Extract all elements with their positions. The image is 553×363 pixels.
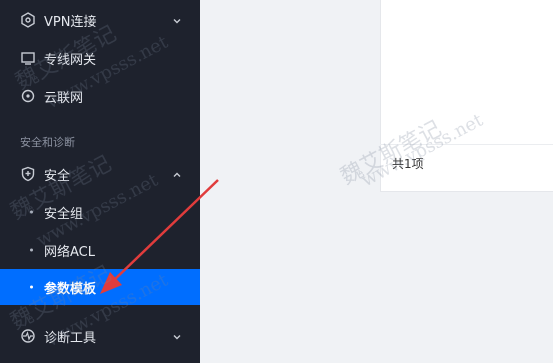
sidebar-subitem-security-group[interactable]: 安全组 [0, 194, 200, 230]
sidebar-subitem-label: 参数模板 [44, 281, 97, 297]
sidebar-item-vpn[interactable]: VPN连接 [0, 2, 200, 38]
cloud-network-icon [20, 88, 36, 104]
section-title: 安全和诊断 [20, 136, 75, 149]
chevron-down-icon [172, 15, 182, 25]
bullet-dot [30, 248, 33, 252]
sidebar-subitem-parameter-template[interactable]: 参数模板 [0, 269, 200, 305]
bullet-dot [30, 285, 33, 289]
sidebar-item-dedicated-gateway[interactable]: 专线网关 [0, 40, 200, 76]
sidebar-item-label: 专线网关 [44, 52, 97, 68]
vpn-icon [20, 12, 36, 28]
chevron-up-icon [172, 169, 182, 179]
table-footer-divider [380, 144, 553, 145]
sidebar-item-security[interactable]: 安全 [0, 156, 200, 192]
dedicated-line-icon [20, 50, 36, 66]
sidebar-item-label: 诊断工具 [44, 330, 97, 346]
bullet-dot [30, 210, 33, 214]
shield-icon [20, 166, 36, 182]
sidebar-item-label: VPN连接 [44, 14, 97, 30]
sidebar: VPN连接 专线网关 云联网 安全和诊断 安全 安全组 网络ACL 参数模板 诊… [0, 0, 200, 363]
sidebar-subitem-network-acl[interactable]: 网络ACL [0, 232, 200, 268]
sidebar-item-diagnosis-tools[interactable]: 诊断工具 [0, 318, 200, 354]
sidebar-item-label: 云联网 [44, 90, 84, 106]
chevron-down-icon [172, 331, 182, 341]
total-count: 共1项 [392, 157, 424, 171]
sidebar-subitem-label: 网络ACL [44, 244, 95, 260]
sidebar-item-cloud-network[interactable]: 云联网 [0, 78, 200, 114]
sidebar-subitem-label: 安全组 [44, 206, 84, 222]
sidebar-item-label: 安全 [44, 168, 71, 184]
diagnosis-icon [20, 328, 36, 344]
